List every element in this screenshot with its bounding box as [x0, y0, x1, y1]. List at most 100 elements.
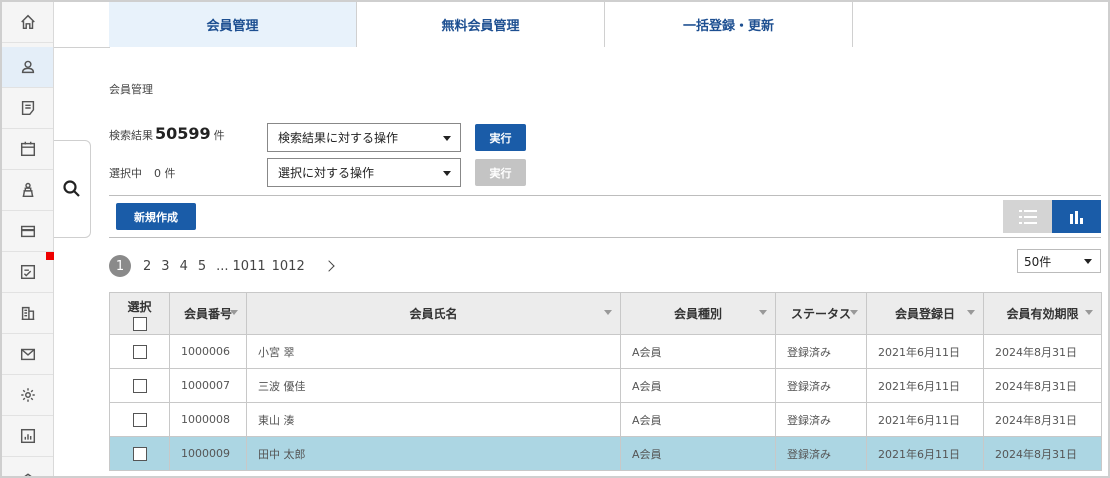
header-member-name[interactable]: 会員氏名 — [246, 292, 621, 335]
table-row[interactable]: 1000009 田中 太郎 A会員 登録済み 2021年6月11日 2024年8… — [109, 436, 1102, 471]
layers-icon — [23, 473, 32, 476]
cell-status: 登録済み — [775, 402, 867, 437]
selected-summary: 選択中 0 件 — [109, 165, 176, 181]
table-header-row: 選択 会員番号 会員氏名 会員種別 ステータス 会員登録日 会員有効期限 — [109, 292, 1102, 335]
page-link[interactable]: 3 — [161, 259, 169, 274]
page-link[interactable]: 2 — [143, 259, 151, 274]
cell-member-type: A会員 — [620, 334, 776, 369]
row-checkbox[interactable] — [132, 412, 147, 427]
table-row[interactable]: 1000006 小宮 翠 A会員 登録済み 2021年6月11日 2024年8月… — [109, 334, 1102, 369]
cell-status: 登録済み — [775, 368, 867, 403]
page-link[interactable]: 1012 — [272, 259, 305, 274]
row-checkbox[interactable] — [132, 378, 147, 393]
credit-card-icon — [20, 225, 35, 238]
cell-registered-date: 2021年6月11日 — [866, 436, 984, 471]
results-unit: 件 — [213, 129, 225, 142]
header-member-type[interactable]: 会員種別 — [620, 292, 776, 335]
sort-icon — [759, 310, 767, 315]
sort-icon — [1085, 310, 1093, 315]
selected-action-select[interactable]: 選択に対する操作 — [267, 158, 461, 187]
cell-member-name: 東山 湊 — [246, 402, 621, 437]
home-icon — [20, 14, 35, 30]
sidebar-item-facilities[interactable] — [2, 293, 53, 334]
chevron-down-icon — [443, 171, 451, 176]
new-member-button[interactable]: 新規作成 — [116, 203, 196, 230]
chart-view-button[interactable] — [1052, 200, 1101, 233]
sidebar-item-seats[interactable] — [2, 170, 53, 211]
sidebar-item-settings[interactable] — [2, 375, 53, 416]
sort-icon — [604, 310, 612, 315]
header-select-label: 選択 — [127, 300, 152, 314]
notification-badge — [46, 252, 54, 260]
search-icon — [63, 180, 80, 197]
sidebar-item-home[interactable] — [2, 2, 53, 43]
divider — [109, 195, 1101, 196]
tab-free-members[interactable]: 無料会員管理 — [357, 2, 605, 47]
sidebar-item-documents[interactable] — [2, 88, 53, 129]
sidebar-item-members[interactable] — [2, 47, 53, 88]
chevron-right-icon[interactable] — [323, 260, 335, 272]
cell-expiry-date: 2024年8月31日 — [983, 368, 1102, 403]
page-link[interactable]: 5 — [198, 259, 206, 274]
select-all-checkbox[interactable] — [132, 317, 147, 331]
page-link[interactable]: 1011 — [233, 259, 266, 274]
header-status[interactable]: ステータス — [775, 292, 867, 335]
results-summary: 検索結果 50599 件 — [109, 124, 225, 143]
results-label: 検索結果 — [109, 129, 153, 142]
results-action-select[interactable]: 検索結果に対する操作 — [267, 123, 461, 152]
cell-member-name: 田中 太郎 — [246, 436, 621, 471]
tab-bulk-update[interactable]: 一括登録・更新 — [605, 2, 853, 47]
row-select-cell — [109, 436, 170, 471]
sidebar-item-more[interactable] — [2, 457, 53, 476]
page-link[interactable]: 4 — [180, 259, 188, 274]
sidebar-item-reports[interactable] — [2, 416, 53, 457]
sidebar-item-calendar[interactable] — [2, 129, 53, 170]
page-current[interactable]: 1 — [109, 255, 131, 277]
sort-icon — [230, 310, 238, 315]
cell-member-id: 1000009 — [169, 436, 247, 471]
cell-status: 登録済み — [775, 436, 867, 471]
seat-icon — [22, 182, 33, 198]
cell-member-type: A会員 — [620, 402, 776, 437]
gear-icon — [20, 388, 35, 402]
row-select-cell — [109, 368, 170, 403]
header-label: 会員氏名 — [409, 307, 458, 321]
row-select-cell — [109, 402, 170, 437]
divider — [109, 237, 1101, 238]
members-table: 選択 会員番号 会員氏名 会員種別 ステータス 会員登録日 会員有効期限 100… — [109, 292, 1102, 471]
per-page-select[interactable]: 50件 — [1017, 249, 1101, 273]
mail-icon — [20, 348, 35, 361]
cell-member-id: 1000006 — [169, 334, 247, 369]
sort-icon — [850, 310, 858, 315]
sidebar — [2, 2, 54, 476]
sidebar-item-payment[interactable] — [2, 211, 53, 252]
row-checkbox[interactable] — [132, 344, 147, 359]
run-selected-action-button[interactable]: 実行 — [475, 159, 526, 186]
search-panel-toggle[interactable] — [54, 140, 91, 238]
header-registered-date[interactable]: 会員登録日 — [866, 292, 984, 335]
building-icon — [21, 306, 34, 321]
list-view-button[interactable] — [1003, 200, 1052, 233]
cell-registered-date: 2021年6月11日 — [866, 334, 984, 369]
cell-expiry-date: 2024年8月31日 — [983, 334, 1102, 369]
view-toggle — [1003, 200, 1101, 233]
tabs-divider — [54, 47, 110, 48]
cell-expiry-date: 2024年8月31日 — [983, 402, 1102, 437]
selected-count: 0 件 — [154, 167, 176, 180]
cell-member-type: A会員 — [620, 436, 776, 471]
list-icon — [1018, 209, 1037, 224]
chevron-down-icon — [443, 136, 451, 141]
document-icon — [21, 100, 34, 116]
bar-chart-icon — [1069, 210, 1083, 224]
table-row[interactable]: 1000007 三波 優佳 A会員 登録済み 2021年6月11日 2024年8… — [109, 368, 1102, 403]
chevron-down-icon — [1084, 259, 1092, 264]
run-results-action-button[interactable]: 実行 — [475, 124, 526, 151]
header-expiry-date[interactable]: 会員有効期限 — [983, 292, 1102, 335]
table-row[interactable]: 1000008 東山 湊 A会員 登録済み 2021年6月11日 2024年8月… — [109, 402, 1102, 437]
tab-bar: 会員管理 無料会員管理 一括登録・更新 — [109, 2, 1108, 47]
row-checkbox[interactable] — [132, 446, 147, 461]
sidebar-item-mail[interactable] — [2, 334, 53, 375]
cell-member-id: 1000008 — [169, 402, 247, 437]
header-member-id[interactable]: 会員番号 — [169, 292, 247, 335]
tab-members[interactable]: 会員管理 — [109, 2, 357, 47]
